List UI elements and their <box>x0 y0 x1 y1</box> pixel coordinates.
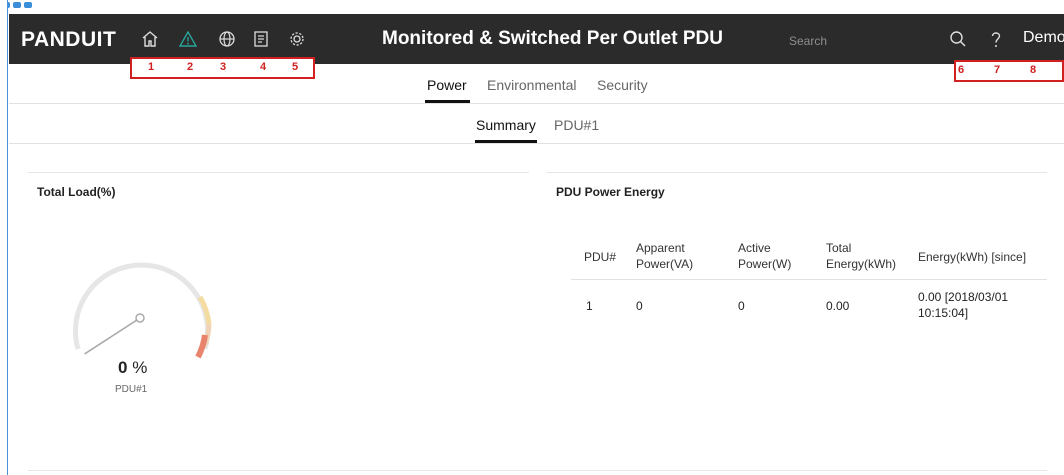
home-icon[interactable] <box>139 28 161 50</box>
panel-divider <box>28 172 529 173</box>
tab-summary-underline <box>475 140 537 143</box>
load-gauge <box>73 262 212 359</box>
document-icon[interactable] <box>250 28 272 50</box>
primary-tabs: Power Environmental Security <box>9 64 1064 104</box>
tab-pdu1[interactable]: PDU#1 <box>554 117 599 133</box>
panel-divider <box>546 172 1047 173</box>
table-cell: 0.00 <box>826 299 850 313</box>
total-load-title: Total Load(%) <box>37 185 116 199</box>
page-title: Monitored & Switched Per Outlet PDU <box>382 28 723 49</box>
help-icon[interactable] <box>985 28 1007 50</box>
table-cell: 0 <box>738 299 745 313</box>
tab-power-underline <box>425 100 470 103</box>
table-cell: 1 <box>586 299 593 313</box>
gear-icon[interactable] <box>286 28 308 50</box>
column-header: PDU# <box>584 250 617 264</box>
search-input[interactable] <box>787 29 931 53</box>
panel-bottom-divider <box>28 470 1047 471</box>
column-header: Apparent Power(VA) <box>636 241 694 271</box>
tab-summary[interactable]: Summary <box>476 117 536 133</box>
globe-icon[interactable] <box>216 28 238 50</box>
column-header: Total Energy(kWh) <box>826 241 897 271</box>
table-cell: 0.00 [2018/03/01 10:15:04] <box>918 290 1009 320</box>
gauge-track <box>73 262 210 350</box>
user-menu[interactable]: Demo <box>1023 29 1064 47</box>
table-divider <box>571 279 1047 280</box>
table-cell: 0 <box>636 299 643 313</box>
column-header: Energy(kWh) [since] <box>918 250 1027 264</box>
column-header: Active Power(W) <box>738 241 792 271</box>
search-icon[interactable] <box>947 28 969 50</box>
app-frame: PANDUIT Monitored & Switched Per Outlet … <box>0 0 1064 475</box>
tab-power[interactable]: Power <box>427 77 467 93</box>
total-load-unit: % <box>132 358 148 377</box>
gauge-critical-zone <box>195 334 208 359</box>
warning-icon[interactable] <box>177 28 199 50</box>
secondary-tabs: Summary PDU#1 <box>9 104 1064 144</box>
panduit-logo: PANDUIT <box>21 28 117 51</box>
gauge-needle <box>84 319 138 355</box>
frame-top <box>0 0 1064 14</box>
gauge-pdu-label: PDU#1 <box>115 384 148 395</box>
tab-environmental[interactable]: Environmental <box>487 77 577 93</box>
frame-left-edge <box>0 0 8 475</box>
gauge-pivot <box>135 313 145 323</box>
total-load-value: 0 % <box>118 358 147 378</box>
total-load-number: 0 <box>118 358 128 377</box>
tab-security[interactable]: Security <box>597 77 648 93</box>
energy-title: PDU Power Energy <box>556 185 665 199</box>
